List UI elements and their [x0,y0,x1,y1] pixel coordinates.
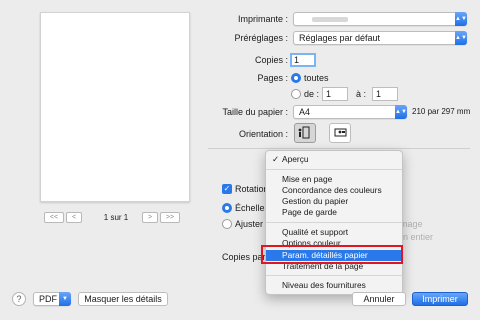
menu-item-niveau-fournitures[interactable]: Niveau des fournitures [266,280,402,291]
menu-separator [266,222,402,223]
section-divider [208,148,470,149]
print-button[interactable]: Imprimer [412,292,468,306]
pages-all-label: toutes [304,73,329,83]
chevron-updown-icon: ▲▼ [455,12,467,26]
highlight-box [261,245,403,264]
section-dropdown-menu: ✓ Aperçu Mise en page Concordance des co… [265,150,403,295]
menu-separator [266,169,402,170]
pages-to-label: à : [356,89,367,99]
presets-select[interactable]: Réglages par défaut ▲▼ [293,31,467,45]
previous-page-button[interactable]: < [66,212,82,223]
cancel-button[interactable]: Annuler [352,292,406,306]
chevron-updown-icon: ▲▼ [455,31,467,45]
pages-all-radio[interactable] [291,73,301,83]
paper-size-label: Taille du papier : [222,107,288,117]
page-indicator: 1 sur 1 [103,213,129,222]
paper-size-value: A4 [299,107,311,117]
menu-item-apercu[interactable]: ✓ Aperçu [266,154,402,165]
pages-from-label: de : [304,89,320,99]
next-page-button[interactable]: > [142,212,158,223]
scale-radio[interactable] [222,203,232,213]
first-page-button[interactable]: << [44,212,64,223]
pages-to-field[interactable]: 1 [372,87,398,101]
copies-label: Copies : [254,55,288,65]
menu-item-qualite-support[interactable]: Qualité et support [266,227,402,238]
fit-radio[interactable] [222,219,232,229]
fit-fill-option: en entier [398,232,434,242]
menu-item-label: Aperçu [282,154,309,164]
pages-label: Pages : [257,73,288,83]
help-icon[interactable]: ? [12,292,26,306]
rotation-checkbox[interactable]: ✓ [222,184,232,194]
copies-per-label: Copies par [222,252,266,262]
fit-label: Ajuster : [235,219,269,229]
chevron-updown-icon: ▲▼ [395,105,407,119]
print-preview-sheet [40,12,190,202]
presets-label: Préréglages : [234,33,288,43]
printer-label: Imprimante : [237,14,288,24]
pages-range-radio[interactable] [291,89,301,99]
hide-details-button[interactable]: Masquer les détails [78,292,168,306]
landscape-orientation-button[interactable] [329,123,351,143]
menu-item-concordance-couleurs[interactable]: Concordance des couleurs [266,185,402,196]
orientation-label: Orientation : [238,129,288,139]
menu-separator [266,275,402,276]
paper-dimensions: 210 par 297 mm [412,107,471,116]
last-page-button[interactable]: >> [160,212,180,223]
menu-item-mise-en-page[interactable]: Mise en page [266,174,402,185]
rotation-label: Rotation [235,184,269,194]
menu-item-gestion-papier[interactable]: Gestion du papier [266,196,402,207]
portrait-icon [298,126,310,139]
checkmark-icon: ✓ [272,154,280,164]
portrait-orientation-button[interactable] [294,123,316,143]
printer-name-redacted [312,17,348,22]
chevron-down-icon: ▼ [59,292,71,306]
pdf-menu-button[interactable]: PDF ▼ [33,292,71,306]
paper-size-select[interactable]: A4 ▲▼ [293,105,407,119]
pdf-label: PDF [39,294,57,304]
copies-field[interactable]: 1 [290,53,316,67]
landscape-icon [334,128,347,137]
menu-item-page-de-garde[interactable]: Page de garde [266,207,402,218]
printer-select[interactable]: ▲▼ [293,12,467,26]
presets-value: Réglages par défaut [299,33,381,43]
pages-from-field[interactable]: 1 [322,87,348,101]
